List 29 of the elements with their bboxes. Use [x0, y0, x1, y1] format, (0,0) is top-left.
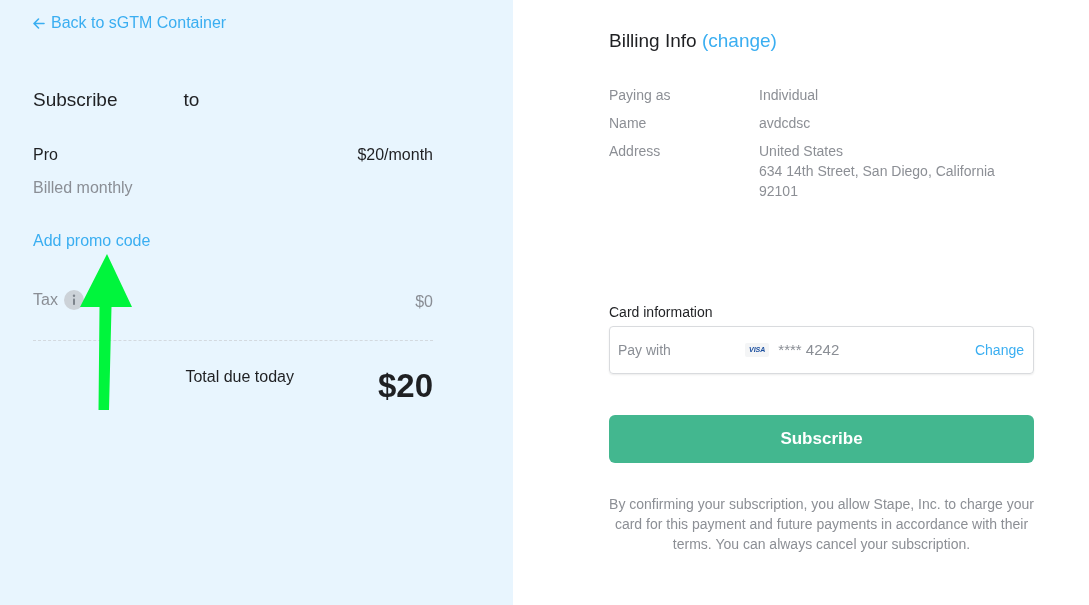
field-label: Address — [609, 142, 662, 161]
plan-price: $20/month — [357, 144, 433, 165]
subscribe-button[interactable]: Subscribe — [609, 415, 1034, 463]
arrow-left-icon — [33, 17, 45, 29]
card-section-title: Card information — [609, 303, 714, 322]
change-billing-link[interactable]: (change) — [701, 30, 777, 51]
change-card-link[interactable]: Change — [974, 339, 1024, 361]
tax-amount: $0 — [415, 291, 433, 312]
plan-name: Pro — [33, 144, 58, 165]
info-icon — [63, 289, 84, 310]
heading-text: Subscribe — [33, 87, 118, 112]
back-link[interactable]: Back to sGTM Container — [33, 13, 227, 33]
total-amount: $20 — [377, 366, 433, 405]
billing-period: Billed monthly — [33, 177, 134, 198]
disclaimer-text: By confirming your subscription, you allow Stape, Inc. to charge your card for this payment and future payments in accordance with their terms. You can always cancel your subscription. — [609, 495, 1034, 554]
tax-label: Tax — [33, 289, 58, 310]
total-label: Total due today — [185, 366, 294, 387]
field-value: avdcdsc — [759, 114, 811, 133]
field-value: 92101 — [759, 182, 799, 201]
field-value: 634 14th Street, San Diego, California — [759, 162, 995, 181]
field-label: Name — [609, 114, 648, 133]
field-label: Paying as — [609, 86, 672, 105]
card-number: **** 4242 — [778, 339, 840, 360]
billing-title: Billing Info — [609, 30, 697, 51]
field-value: United States — [759, 142, 845, 161]
pay-with-label: Pay with — [618, 340, 672, 360]
heading-text: to — [183, 87, 200, 112]
promo-code-link[interactable]: Add promo code — [33, 230, 151, 251]
field-value: Individual — [759, 86, 819, 105]
